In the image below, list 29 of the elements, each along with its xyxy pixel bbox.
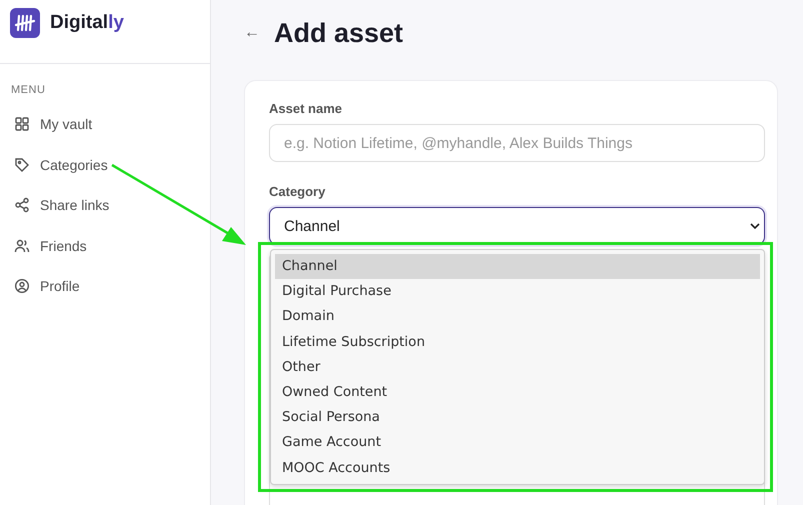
field-label: Asset name xyxy=(269,101,343,116)
menu-heading: MENU xyxy=(11,84,46,96)
share-icon xyxy=(14,197,30,214)
page-title: Add asset xyxy=(274,18,404,48)
tag-icon xyxy=(14,156,30,173)
back-arrow[interactable]: ← xyxy=(244,24,260,42)
logo-icon xyxy=(10,8,40,38)
sidebar-item[interactable]: My vault xyxy=(0,104,210,144)
input-field[interactable]: e.g. Notion Lifetime, @myhandle, Alex Builds Things xyxy=(269,124,765,162)
user-circle-icon xyxy=(14,278,30,294)
category-select[interactable]: Channel xyxy=(269,207,765,245)
field-label: Category xyxy=(269,184,326,199)
grid-icon xyxy=(14,116,30,132)
sidebar-item[interactable]: Categories xyxy=(0,144,210,185)
dropdown-option[interactable]: Digital Purchase xyxy=(275,279,760,304)
brand-name: Digitally xyxy=(50,11,124,35)
users-icon xyxy=(14,238,30,254)
dropdown-option[interactable]: Other xyxy=(275,354,760,380)
dropdown-option[interactable]: Channel xyxy=(275,254,760,280)
sidebar-item[interactable]: Friends xyxy=(0,226,210,266)
dropdown-option[interactable]: Owned Content xyxy=(275,380,760,406)
dropdown-option[interactable]: MOOC Accounts xyxy=(275,456,760,481)
chevron-icon xyxy=(750,223,760,229)
dropdown-option[interactable]: Domain xyxy=(275,304,760,330)
dropdown-option[interactable]: Lifetime Subscription xyxy=(275,330,760,355)
sidebar-item[interactable]: Share links xyxy=(0,185,210,226)
dropdown-option[interactable]: Game Account xyxy=(275,430,760,456)
sidebar-item[interactable]: Profile xyxy=(0,266,210,306)
dropdown-option[interactable]: Social Persona xyxy=(275,405,760,430)
